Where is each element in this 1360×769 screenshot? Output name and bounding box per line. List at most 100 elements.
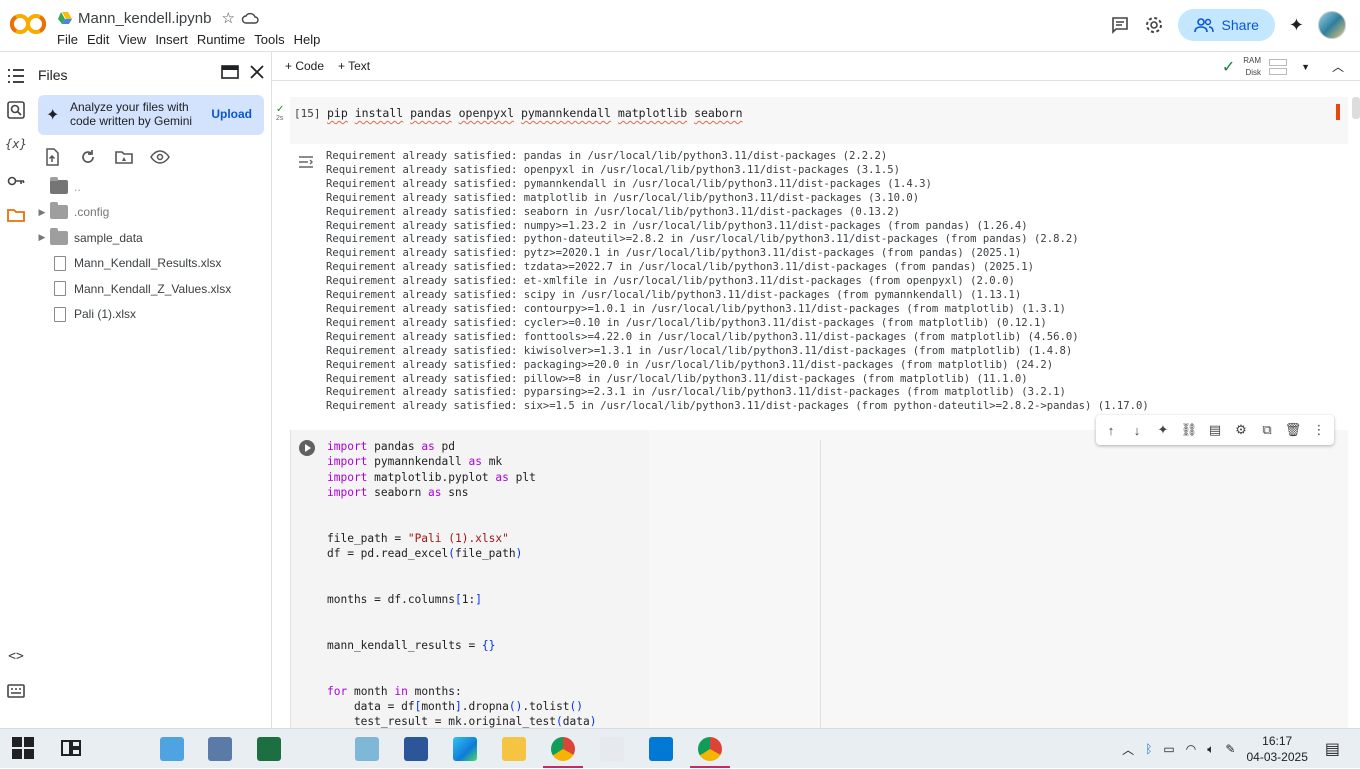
notebook-title[interactable]: Mann_kendell.ipynb	[78, 10, 211, 27]
resource-labels: RAM Disk	[1243, 55, 1261, 79]
notepad-icon[interactable]	[355, 737, 379, 761]
menu-view[interactable]: View	[118, 32, 154, 47]
notebook-body: ✓ 2s [15] pip install pandas openpyxl pym…	[272, 81, 1360, 728]
move-up-icon[interactable]: ↑	[1102, 421, 1120, 439]
code-token: pymannkendall	[520, 106, 611, 120]
star-icon[interactable]: ☆	[221, 9, 234, 27]
open-in-tab-icon[interactable]	[221, 64, 239, 80]
cell-code[interactable]: import pandas as pd import pymannkendall …	[327, 439, 596, 728]
volume-mute-icon[interactable]: 🔈︎	[1207, 742, 1214, 757]
variables-icon[interactable]: {x}	[5, 134, 27, 154]
delete-icon[interactable]: 🗑︎	[1284, 421, 1302, 439]
code-snippets-icon[interactable]: <>	[6, 646, 26, 666]
output-line: Requirement already satisfied: six>=1.5 …	[326, 400, 1149, 413]
collapse-header-icon[interactable]: ︿	[1332, 58, 1344, 75]
search-icon[interactable]	[6, 100, 26, 120]
file-tree-item[interactable]: Mann_Kendall_Z_Values.xlsx	[32, 276, 272, 302]
code-token: as	[468, 455, 482, 469]
upload-file-icon[interactable]	[42, 147, 62, 167]
close-icon[interactable]	[250, 65, 264, 79]
output-line: Requirement already satisfied: pyparsing…	[326, 386, 1066, 399]
comment-icon[interactable]	[1110, 15, 1130, 35]
file-tree-item[interactable]: Pali (1).xlsx	[32, 302, 272, 328]
word-icon[interactable]	[404, 737, 428, 761]
refresh-icon[interactable]	[78, 147, 98, 167]
toc-icon[interactable]	[6, 66, 26, 86]
clock[interactable]: 16:17 04-03-2025	[1246, 733, 1307, 765]
output-line: Requirement already satisfied: pandas in…	[326, 150, 888, 162]
share-button[interactable]: Share	[1177, 9, 1275, 41]
folder-icon[interactable]	[6, 205, 26, 225]
colab-logo[interactable]	[10, 11, 46, 37]
menu-help[interactable]: Help	[294, 32, 329, 47]
code-cell-pip[interactable]: ✓ 2s [15] pip install pandas openpyxl pym…	[276, 97, 1348, 144]
add-code-button[interactable]: + Code	[285, 59, 324, 73]
file-tree-item[interactable]: ▶ .config	[32, 200, 272, 226]
output-line: Requirement already satisfied: fonttools…	[326, 330, 1079, 343]
network-app-icon[interactable]	[208, 737, 232, 761]
cloud-saved-icon[interactable]	[241, 11, 259, 25]
excel-icon[interactable]	[257, 737, 281, 761]
terminal-icon[interactable]	[6, 681, 26, 701]
code-token: month	[347, 684, 395, 698]
menu-edit[interactable]: Edit	[87, 32, 117, 47]
chrome-profile-icon[interactable]	[698, 737, 722, 761]
more-icon[interactable]: ⋮	[1310, 421, 1328, 439]
show-hidden-icons-icon[interactable]: ︿	[1122, 741, 1134, 758]
code-token: as	[428, 485, 442, 499]
windows-start-icon[interactable]	[12, 737, 36, 761]
snipping-tool-icon[interactable]	[600, 737, 624, 761]
gemini-icon[interactable]: ✦	[1154, 421, 1172, 439]
top-right-actions: Share ✦	[1110, 9, 1346, 41]
system-tray: ︿ ᛒ ▭ ◠ 🔈︎ ✎ 16:17 04-03-2025 ▤	[1122, 729, 1360, 769]
mount-drive-icon[interactable]	[114, 147, 134, 167]
expand-caret-icon[interactable]: ▶	[34, 232, 50, 243]
vscode-icon[interactable]	[649, 737, 673, 761]
menu-insert[interactable]: Insert	[155, 32, 196, 47]
file-explorer-icon[interactable]	[502, 737, 526, 761]
notifications-icon[interactable]: ▤	[1325, 739, 1340, 759]
file-tree-item[interactable]: Mann_Kendall_Results.xlsx	[32, 251, 272, 277]
output-actions-icon[interactable]	[298, 155, 314, 169]
output-line: Requirement already satisfied: seaborn i…	[326, 205, 901, 218]
wifi-icon[interactable]: ◠	[1186, 742, 1196, 756]
scrollbar[interactable]	[1352, 97, 1360, 119]
menu-tools[interactable]: Tools	[254, 32, 292, 47]
link-icon[interactable]: ⛓	[1180, 421, 1198, 439]
cell-output: Requirement already satisfied: pandas in…	[272, 149, 1348, 419]
run-cell-button[interactable]	[299, 440, 315, 456]
move-down-icon[interactable]: ↓	[1128, 421, 1146, 439]
runtime-dropdown-icon[interactable]: ▼	[1301, 62, 1310, 72]
key-icon[interactable]	[6, 171, 26, 191]
task-view-icon[interactable]	[60, 737, 84, 761]
upload-button[interactable]: Upload	[211, 107, 252, 121]
control-panel-icon[interactable]	[160, 737, 184, 761]
device-icon[interactable]: ▭	[1163, 742, 1174, 756]
expand-caret-icon[interactable]: ▶	[34, 207, 50, 218]
pen-icon[interactable]: ✎	[1225, 742, 1235, 756]
file-tree-item[interactable]: ..	[32, 174, 272, 200]
code-token: in	[394, 684, 408, 698]
mirror-cell-icon[interactable]: ⧉	[1258, 421, 1276, 439]
add-text-button[interactable]: + Text	[338, 59, 370, 73]
menu-file[interactable]: File	[57, 32, 86, 47]
file-tree-item[interactable]: ▶ sample_data	[32, 225, 272, 251]
show-hidden-icon[interactable]	[150, 147, 170, 167]
output-line: Requirement already satisfied: pytz>=202…	[326, 247, 1022, 260]
cell-code[interactable]: pip install pandas openpyxl pymannkendal…	[327, 106, 743, 120]
gemini-icon[interactable]: ✦	[1289, 15, 1304, 36]
resource-bars	[1269, 57, 1288, 77]
edge-icon[interactable]	[453, 737, 477, 761]
avatar[interactable]	[1318, 11, 1346, 39]
code-token: [	[454, 592, 462, 606]
code-line: import matplotlib.pyplot as plt	[327, 470, 596, 485]
settings-icon[interactable]: ⚙	[1232, 421, 1250, 439]
code-cell-mann-kendall[interactable]: import pandas as pd import pymannkendall …	[290, 415, 1348, 728]
comment-icon[interactable]: ▤	[1206, 421, 1224, 439]
chrome-icon[interactable]	[551, 737, 575, 761]
runtime-status[interactable]: ✓ RAM Disk ▼ ︿	[1222, 52, 1344, 81]
bluetooth-icon[interactable]: ᛒ	[1145, 742, 1152, 756]
menu-runtime[interactable]: Runtime	[197, 32, 253, 47]
settings-icon[interactable]	[1144, 15, 1164, 35]
